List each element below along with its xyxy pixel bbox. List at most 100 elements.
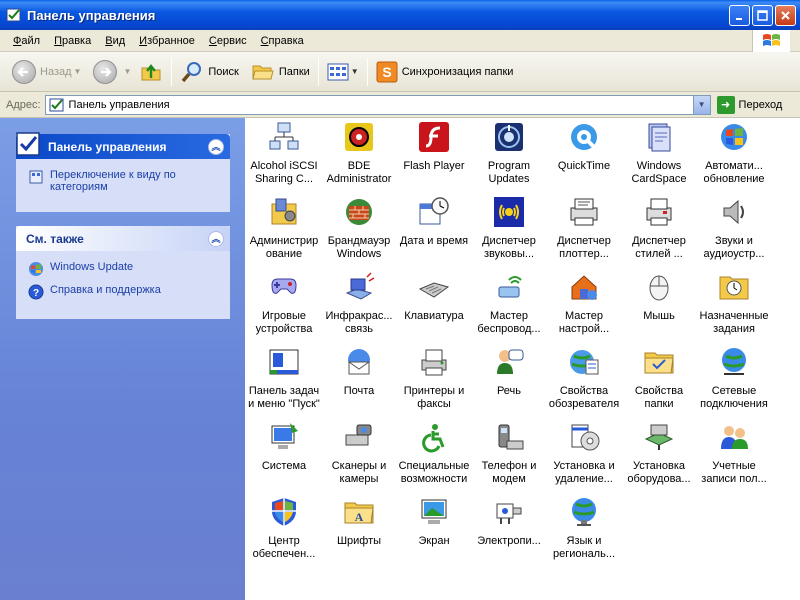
control-panel-item[interactable]: Инфракрас... связь <box>321 271 397 336</box>
mail-icon <box>348 349 370 375</box>
folder-up-icon <box>141 63 161 80</box>
control-panel-item[interactable]: Program Updates <box>471 121 547 186</box>
control-panel-item[interactable]: Принтеры и факсы <box>396 346 472 411</box>
control-panel-item[interactable]: Центр обеспечен... <box>246 496 322 561</box>
windows-globe-icon <box>721 124 747 150</box>
control-panel-item[interactable]: Игровые устройства <box>246 271 322 336</box>
control-panel-item[interactable]: Windows CardSpace <box>621 121 697 186</box>
item-label: Инфракрас... связь <box>325 310 393 335</box>
switch-category-view-link[interactable]: Переключение к виду по категориям <box>28 169 218 193</box>
display-icon <box>421 499 447 524</box>
control-panel-item[interactable]: Свойства папки <box>621 346 697 411</box>
menu-view[interactable]: Вид <box>98 35 132 47</box>
control-panel-item[interactable]: Сетевые подключения <box>696 346 772 411</box>
collapse-chevron-icon[interactable]: ︽ <box>208 139 224 155</box>
control-panel-item[interactable]: Диспетчер звуковы... <box>471 196 547 261</box>
collapse-chevron-icon[interactable]: ︽ <box>208 231 224 247</box>
control-panel-item[interactable]: Почта <box>321 346 397 398</box>
see-also-header[interactable]: См. также ︽ <box>16 226 230 251</box>
help-support-link[interactable]: ? Справка и поддержка <box>28 284 218 300</box>
control-panel-item[interactable]: Flash Player <box>396 121 472 173</box>
network-connections-icon <box>722 348 746 375</box>
address-bar: Адрес: Панель управления ▼ ➜ Переход <box>0 92 800 118</box>
control-panel-item[interactable]: Alcohol iSCSI Sharing C... <box>246 121 322 186</box>
sync-folder-button[interactable]: S Синхронизация папки <box>372 57 518 87</box>
control-panel-item[interactable]: Специальные возможности <box>396 421 472 486</box>
control-panel-item[interactable]: Назначенные задания <box>696 271 772 336</box>
control-panel-item[interactable]: Речь <box>471 346 547 398</box>
item-label: Принтеры и факсы <box>403 385 465 410</box>
item-label: Шрифты <box>336 535 382 547</box>
item-label: Program Updates <box>487 160 531 185</box>
control-panel-item[interactable]: Мастер настрой... <box>546 271 622 336</box>
search-button[interactable]: Поиск <box>176 57 242 87</box>
title-bar[interactable]: Панель управления <box>0 0 800 30</box>
control-panel-item[interactable]: Язык и региональ... <box>546 496 622 561</box>
item-label: Экран <box>418 535 450 547</box>
control-panel-item[interactable]: Телефон и модем <box>471 421 547 486</box>
control-panel-box-header[interactable]: Панель управления ︽ <box>16 132 230 159</box>
control-panel-item[interactable]: Администрир ование <box>246 196 322 261</box>
control-panel-item[interactable]: Экран <box>396 496 472 548</box>
item-label: Назначенные задания <box>699 310 769 335</box>
control-panel-item[interactable]: Мастер беспровод... <box>471 271 547 336</box>
control-panel-item[interactable]: Установка оборудова... <box>621 421 697 486</box>
folders-icon <box>252 65 274 79</box>
control-panel-item[interactable]: BDE Administrator <box>321 121 397 186</box>
item-label: Мышь <box>643 310 675 322</box>
back-button[interactable]: Назад ▼ <box>8 57 85 87</box>
control-panel-item[interactable]: Звуки и аудиоустр... <box>696 196 772 261</box>
control-panel-item[interactable]: Диспетчер плоттер... <box>546 196 622 261</box>
go-button[interactable]: ➜ Переход <box>716 95 782 114</box>
control-panel-item[interactable]: Установка и удаление... <box>546 421 622 486</box>
control-panel-item[interactable]: Клавиатура <box>396 271 472 323</box>
control-panel-item[interactable]: A Шрифты <box>321 496 397 548</box>
item-label: Центр обеспечен... <box>252 535 316 560</box>
control-panel-item[interactable]: Учетные записи пол... <box>696 421 772 486</box>
search-icon <box>182 61 202 82</box>
item-label: Диспетчер плоттер... <box>557 235 611 260</box>
close-icon <box>781 11 790 20</box>
address-dropdown-button[interactable]: ▼ <box>692 95 710 114</box>
minimize-button[interactable] <box>729 5 750 26</box>
program-updates-icon <box>495 123 523 151</box>
date-time-icon <box>419 197 449 225</box>
item-label: Alcohol iSCSI Sharing C... <box>250 160 318 185</box>
menu-edit[interactable]: Правка <box>47 35 98 47</box>
language-icon <box>572 498 596 526</box>
control-panel-icon <box>49 98 64 111</box>
control-panel-item[interactable]: Автомати... обновление <box>696 121 772 186</box>
help-icon: ? <box>28 284 44 300</box>
back-dropdown-icon[interactable]: ▼ <box>74 67 82 76</box>
control-panel-item[interactable]: Дата и время <box>396 196 472 248</box>
menu-favorites[interactable]: Избранное <box>132 35 202 47</box>
menu-help[interactable]: Справка <box>254 35 311 47</box>
close-button[interactable] <box>775 5 796 26</box>
control-panel-item[interactable]: Брандмауэр Windows <box>321 196 397 261</box>
mouse-icon <box>649 275 669 301</box>
maximize-button[interactable] <box>752 5 773 26</box>
views-dropdown-icon[interactable]: ▼ <box>351 67 359 76</box>
control-panel-item[interactable]: Сканеры и камеры <box>321 421 397 486</box>
sound-manager-icon <box>494 197 524 227</box>
control-panel-item[interactable]: Панель задач и меню "Пуск" <box>246 346 322 411</box>
forward-button[interactable]: ▼ <box>89 57 135 87</box>
item-label: QuickTime <box>557 160 611 172</box>
control-panel-item[interactable]: Система <box>246 421 322 473</box>
control-panel-item[interactable]: Электропи... <box>471 496 547 548</box>
windows-update-link[interactable]: Windows Update <box>28 261 218 277</box>
views-button[interactable]: ▼ <box>323 57 363 87</box>
control-panel-item[interactable]: QuickTime <box>546 121 622 173</box>
folders-button[interactable]: Папки <box>247 57 314 87</box>
forward-dropdown-icon[interactable]: ▼ <box>123 67 131 76</box>
item-label: Панель задач и меню "Пуск" <box>248 385 320 410</box>
database-gear-icon <box>345 123 373 151</box>
control-panel-item[interactable]: Свойства обозревателя <box>546 346 622 411</box>
up-button[interactable] <box>135 57 167 87</box>
menu-tools[interactable]: Сервис <box>202 35 254 47</box>
control-panel-item[interactable]: Мышь <box>621 271 697 323</box>
address-input[interactable]: Панель управления ▼ <box>44 94 711 115</box>
menu-file[interactable]: Файл <box>6 35 47 47</box>
item-label: Установка и удаление... <box>553 460 615 485</box>
control-panel-item[interactable]: Диспетчер стилей ... <box>621 196 697 261</box>
